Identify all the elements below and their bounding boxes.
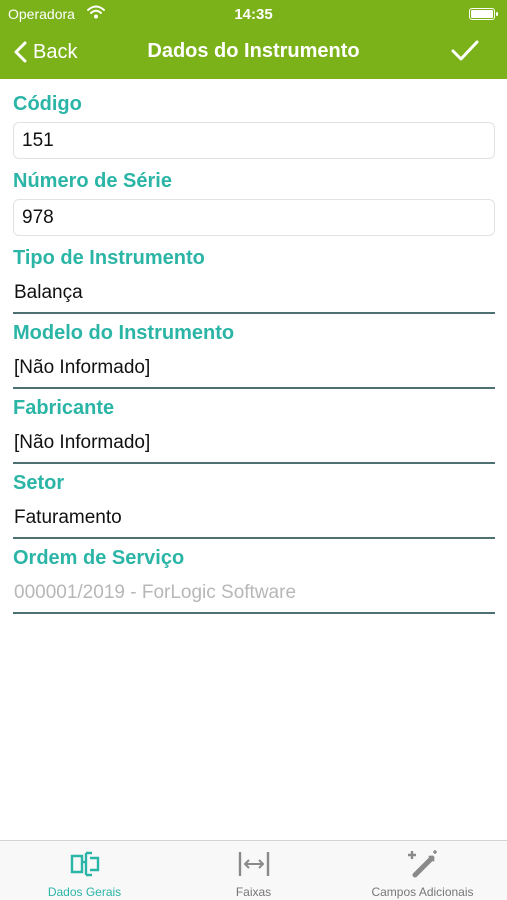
status-time: 14:35 (234, 6, 273, 23)
modelo-instrumento-label: Modelo do Instrumento (13, 322, 235, 344)
ordem-servico-field: 000001/2019 - ForLogic Software (13, 576, 495, 614)
codigo-label: Código (13, 93, 82, 115)
numero-serie-field[interactable]: 978 (13, 199, 495, 236)
confirm-button[interactable] (451, 39, 479, 68)
checkmark-icon (451, 40, 479, 61)
fabricante-label: Fabricante (13, 397, 115, 419)
modelo-instrumento-selector[interactable]: [Não Informado] (13, 351, 495, 389)
tipo-instrumento-selector[interactable]: Balança (13, 276, 495, 314)
battery-icon (469, 8, 498, 20)
tab-bar: Dados Gerais Faixas Campos Adicionais (0, 840, 507, 900)
tab-label: Campos Adicionais (371, 885, 474, 899)
ordem-servico-label: Ordem de Serviço (13, 547, 185, 569)
tab-label: Dados Gerais (47, 885, 122, 899)
numero-serie-label: Número de Série (13, 170, 172, 192)
tab-faixas[interactable]: Faixas (169, 841, 338, 900)
instrument-icon (70, 851, 99, 877)
tab-campos-adicionais[interactable]: Campos Adicionais (338, 841, 507, 900)
tab-label: Faixas (235, 885, 272, 899)
range-icon (238, 852, 269, 876)
status-bar: Operadora 14:35 (0, 0, 507, 28)
codigo-field[interactable]: 151 (13, 122, 495, 159)
setor-label: Setor (13, 472, 65, 494)
magic-wand-icon (407, 850, 437, 878)
navigation-bar: Back Dados do Instrumento (0, 30, 507, 74)
tab-dados-gerais[interactable]: Dados Gerais (0, 841, 169, 900)
page-title: Dados do Instrumento (147, 40, 360, 62)
setor-selector[interactable]: Faturamento (13, 501, 495, 539)
tipo-instrumento-label: Tipo de Instrumento (13, 247, 205, 269)
fabricante-selector[interactable]: [Não Informado] (13, 426, 495, 464)
instrument-form: Código 151 Número de Série 978 Tipo de I… (13, 88, 495, 617)
app-header: Operadora 14:35 Back Dados do Instrument… (0, 0, 507, 79)
